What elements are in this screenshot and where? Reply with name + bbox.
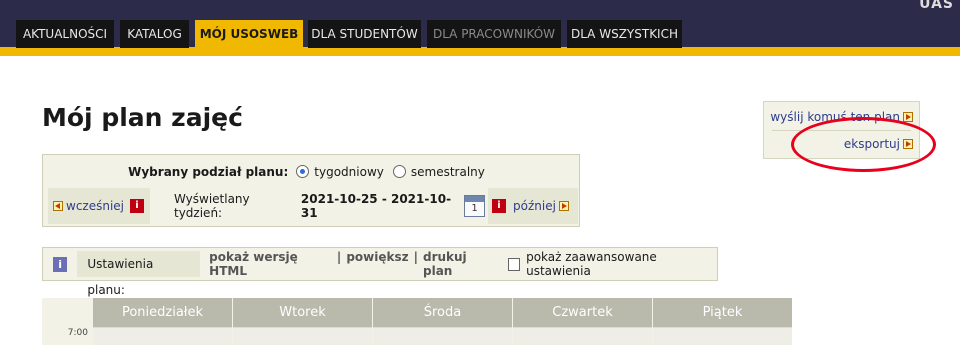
day-header-thursday: Czwartek bbox=[513, 298, 652, 327]
arrow-right-icon bbox=[903, 112, 913, 122]
hour-label: 7:00 bbox=[67, 328, 88, 338]
time-column: 7:00 bbox=[42, 298, 92, 345]
current-week: Wyświetlany tydzień: 2021-10-25 - 2021-1… bbox=[153, 188, 485, 224]
zoom-link[interactable]: powiększ bbox=[346, 250, 408, 278]
tab-dla-studentow[interactable]: DLA STUDENTÓW bbox=[308, 20, 421, 48]
time-slot bbox=[233, 327, 372, 345]
advanced-settings-checkbox[interactable] bbox=[507, 257, 521, 271]
arrow-right-icon[interactable] bbox=[558, 201, 569, 211]
time-slot bbox=[653, 327, 792, 345]
division-row: Wybrany podział planu: tygodniowy semest… bbox=[43, 155, 579, 188]
nav-accent-line bbox=[0, 47, 960, 56]
radio-button-selected[interactable] bbox=[296, 165, 310, 178]
print-plan-link[interactable]: drukuj plan bbox=[423, 250, 496, 278]
day-header-wednesday: Środa bbox=[373, 298, 512, 327]
radio-weekly[interactable]: tygodniowy bbox=[296, 165, 384, 179]
next-week-link[interactable]: później bbox=[513, 199, 556, 213]
radio-weekly-label: tygodniowy bbox=[314, 164, 384, 179]
prev-week-link[interactable]: wcześniej bbox=[66, 199, 124, 213]
week-navigation: wcześniej i Wyświetlany tydzień: 2021-10… bbox=[48, 188, 578, 224]
day-header-friday: Piątek bbox=[653, 298, 792, 327]
arrow-left-icon[interactable] bbox=[53, 201, 63, 211]
radio-semester-label: semestralny bbox=[410, 164, 485, 179]
week-range: 2021-10-25 - 2021-10-31 bbox=[300, 192, 452, 220]
plan-selector: Wybrany podział planu: tygodniowy semest… bbox=[42, 154, 580, 227]
prev-week-cell: wcześniej i bbox=[48, 188, 150, 224]
html-version-link[interactable]: pokaż wersję HTML bbox=[209, 250, 332, 278]
time-slot bbox=[513, 327, 652, 345]
division-label: Wybrany podział planu: bbox=[128, 164, 289, 179]
next-week-cell: i później bbox=[488, 188, 578, 224]
separator: | bbox=[413, 250, 418, 264]
settings-links: pokaż wersję HTML | powiększ | drukuj pl… bbox=[209, 250, 495, 278]
timetable: 7:00 Poniedziałek Wtorek Środa Czwartek … bbox=[42, 298, 792, 345]
top-bar: UAS AKTUALNOŚCI KATALOG MÓJ USOSWEB DLA … bbox=[0, 0, 960, 56]
calendar-icon[interactable]: 1 bbox=[464, 195, 485, 217]
separator: | bbox=[336, 250, 342, 264]
page-title: Mój plan zajęć bbox=[42, 103, 243, 132]
tab-katalog[interactable]: KATALOG bbox=[120, 20, 189, 48]
info-icon[interactable]: i bbox=[130, 199, 145, 213]
info-icon[interactable]: i bbox=[492, 199, 506, 213]
highlight-oval bbox=[791, 117, 936, 172]
settings-label: Ustawienia planu: bbox=[77, 251, 201, 297]
day-header-monday: Poniedziałek bbox=[93, 298, 232, 327]
tab-dla-wszystkich[interactable]: DLA WSZYSTKICH bbox=[567, 20, 682, 48]
tab-dla-pracownikow[interactable]: DLA PRACOWNIKÓW bbox=[427, 20, 561, 48]
radio-button[interactable] bbox=[392, 165, 406, 178]
time-slot bbox=[373, 327, 512, 345]
plan-settings: i Ustawienia planu: pokaż wersję HTML | … bbox=[42, 247, 718, 297]
time-slot bbox=[93, 327, 232, 345]
info-icon[interactable]: i bbox=[53, 256, 68, 272]
advanced-settings-label: pokaż zaawansowane ustawienia bbox=[526, 250, 657, 278]
radio-semester[interactable]: semestralny bbox=[392, 164, 485, 179]
tab-aktualnosci[interactable]: AKTUALNOŚCI bbox=[16, 20, 114, 48]
tab-moj-usosweb[interactable]: MÓJ USOSWEB bbox=[195, 20, 303, 48]
week-label: Wyświetlany tydzień: bbox=[174, 192, 250, 220]
calendar-day: 1 bbox=[471, 203, 478, 214]
logo-fragment: UAS bbox=[919, 0, 954, 12]
day-header-tuesday: Wtorek bbox=[233, 298, 372, 327]
